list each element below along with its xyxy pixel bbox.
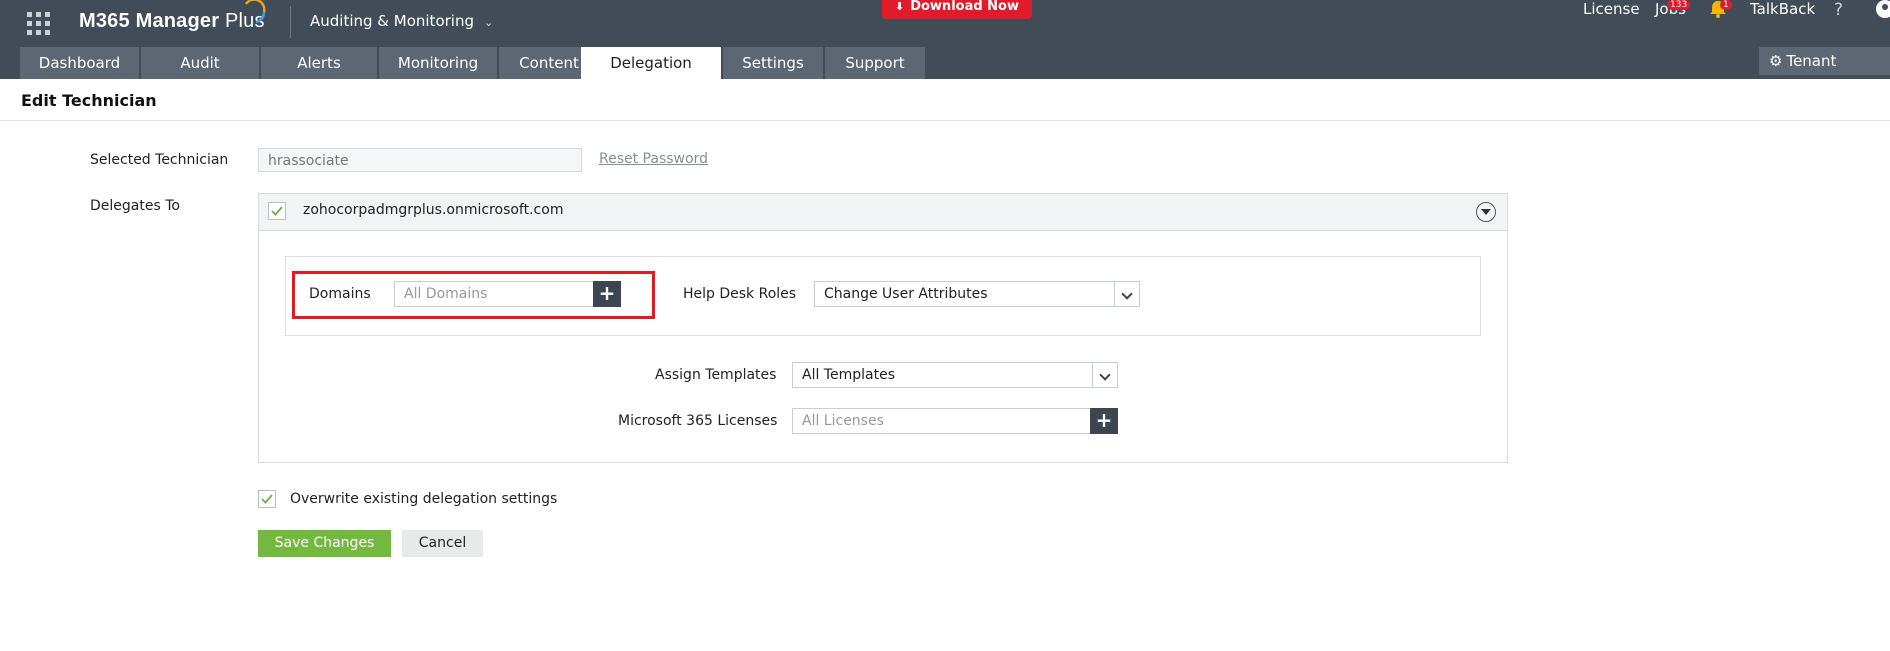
- check-icon: [261, 494, 273, 504]
- product-switcher[interactable]: Auditing & Monitoring ⌄: [310, 12, 493, 30]
- domains-label: Domains: [309, 286, 371, 302]
- add-domain-button[interactable]: +: [593, 281, 621, 307]
- add-license-button[interactable]: +: [1090, 408, 1118, 434]
- help-desk-roles-value: Change User Attributes: [824, 286, 988, 302]
- help-desk-roles-label: Help Desk Roles: [683, 286, 797, 302]
- download-icon: ⬇: [894, 0, 905, 13]
- tab-dashboard[interactable]: Dashboard: [20, 47, 139, 79]
- brand-name: M365 Manager: [79, 10, 220, 32]
- overwrite-checkbox[interactable]: [258, 490, 276, 508]
- assign-templates-select[interactable]: All Templates: [792, 362, 1118, 388]
- download-now-label: Download Now: [910, 0, 1020, 14]
- title-divider: [0, 120, 1890, 121]
- collapse-toggle-icon[interactable]: [1476, 202, 1496, 222]
- tab-audit[interactable]: Audit: [141, 47, 259, 79]
- reset-password-link[interactable]: Reset Password: [599, 151, 708, 167]
- tenant-header: zohocorpadmgrplus.onmicrosoft.com: [259, 194, 1507, 231]
- gear-icon: ⚙: [1769, 52, 1783, 70]
- assign-templates-label: Assign Templates: [655, 367, 777, 383]
- brand-logo: M365 Manager Plus: [79, 10, 265, 33]
- user-profile-icon[interactable]: [1874, 0, 1890, 20]
- tenant-checkbox[interactable]: [268, 202, 286, 220]
- product-switcher-label: Auditing & Monitoring: [310, 12, 474, 30]
- tab-monitoring[interactable]: Monitoring: [379, 47, 497, 79]
- help-icon[interactable]: ?: [1834, 0, 1843, 20]
- chevron-down-icon: ⌄: [483, 16, 494, 29]
- talkback-link[interactable]: TalkBack: [1750, 0, 1815, 18]
- domains-input[interactable]: All Domains: [394, 281, 594, 307]
- download-now-button[interactable]: ⬇ Download Now: [882, 0, 1032, 19]
- tab-content-search-label: Content Search: [519, 54, 579, 104]
- assign-templates-value: All Templates: [802, 367, 895, 383]
- chevron-down-icon[interactable]: [1114, 281, 1140, 307]
- tenant-name: zohocorpadmgrplus.onmicrosoft.com: [303, 202, 564, 218]
- check-icon: [271, 206, 283, 216]
- licenses-input[interactable]: All Licenses: [792, 408, 1092, 434]
- tab-alerts[interactable]: Alerts: [261, 47, 377, 79]
- top-header: M365 Manager Plus Auditing & Monitoring ⌄…: [0, 0, 1890, 104]
- header-divider: [290, 6, 291, 38]
- selected-technician-label: Selected Technician: [90, 152, 229, 168]
- notification-count-badge: 1: [1720, 0, 1732, 10]
- licenses-label: Microsoft 365 Licenses: [618, 413, 778, 429]
- help-desk-roles-select[interactable]: Change User Attributes: [814, 281, 1140, 307]
- tenant-settings-button[interactable]: ⚙ Tenant Settings: [1759, 47, 1890, 98]
- app-grid-icon[interactable]: [27, 12, 53, 38]
- tab-settings[interactable]: Settings: [723, 47, 823, 79]
- jobs-count-badge: 133: [1667, 0, 1691, 10]
- brand-arc-icon: [244, 0, 266, 24]
- chevron-down-icon[interactable]: [1092, 362, 1118, 388]
- license-link[interactable]: License: [1583, 0, 1640, 18]
- tab-support[interactable]: Support: [825, 47, 925, 79]
- save-changes-button[interactable]: Save Changes: [258, 530, 391, 557]
- selected-technician-field: hrassociate: [258, 148, 582, 172]
- cancel-button[interactable]: Cancel: [402, 530, 483, 557]
- page-title: Edit Technician: [21, 91, 157, 110]
- tab-delegation[interactable]: Delegation: [581, 47, 721, 79]
- overwrite-label: Overwrite existing delegation settings: [290, 491, 558, 507]
- delegates-to-label: Delegates To: [90, 198, 180, 214]
